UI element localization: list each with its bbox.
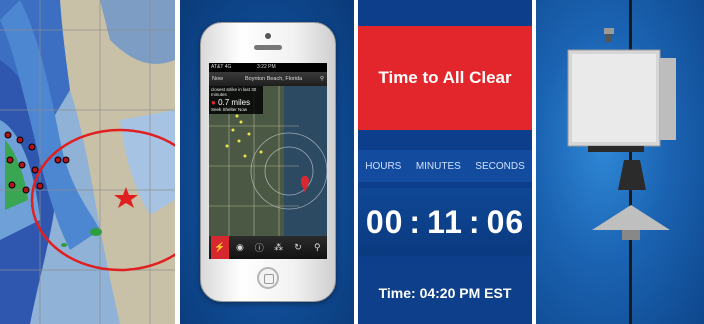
smartphone: AT&T 4G 3:22 PM Now Boynton Beach, Flori… bbox=[200, 22, 336, 302]
phone-app-panel: AT&T 4G 3:22 PM Now Boynton Beach, Flori… bbox=[180, 0, 354, 324]
refresh-icon[interactable]: ↻ bbox=[290, 240, 306, 256]
status-bar: AT&T 4G 3:22 PM bbox=[209, 63, 327, 72]
shelter-advice: Seek Shelter Now bbox=[211, 107, 248, 112]
location-title: Boynton Beach, Florida bbox=[245, 76, 303, 82]
earpiece-speaker bbox=[254, 45, 282, 50]
search-icon[interactable]: ⚲ bbox=[309, 240, 325, 256]
home-button[interactable] bbox=[257, 267, 279, 289]
carrier-label: AT&T 4G bbox=[211, 64, 232, 70]
siren-panel bbox=[536, 0, 704, 324]
radar-map-panel bbox=[0, 0, 175, 324]
timer-column-labels: HOURS MINUTES SECONDS bbox=[358, 150, 532, 182]
location-pin-icon[interactable]: ⚲ bbox=[320, 72, 324, 86]
timer-title: Time to All Clear bbox=[378, 68, 512, 87]
phone-screen: AT&T 4G 3:22 PM Now Boynton Beach, Flori… bbox=[209, 63, 327, 259]
hours-label: HOURS bbox=[365, 160, 402, 172]
minutes-value: 11 bbox=[427, 203, 463, 240]
countdown-display: 00 : 11 : 06 bbox=[358, 188, 532, 256]
minutes-label: MINUTES bbox=[415, 160, 461, 172]
distance-value: 0.7 miles bbox=[218, 98, 251, 107]
seconds-label: SECONDS bbox=[475, 160, 525, 172]
hours-value: 00 bbox=[365, 203, 404, 240]
strike-distance: ● 0.7 miles bbox=[209, 98, 263, 107]
current-time: Time: 04:20 PM EST bbox=[358, 262, 532, 324]
timer-header: Time to All Clear bbox=[358, 26, 532, 130]
all-clear-timer-panel: Time to All Clear HOURS MINUTES SECONDS … bbox=[358, 0, 532, 324]
strike-caption: closest strike in last 30 minutes bbox=[211, 87, 257, 97]
status-time: 3:22 PM bbox=[257, 64, 276, 70]
back-button[interactable]: Now bbox=[212, 72, 223, 86]
radar-icon[interactable]: ◉ bbox=[232, 240, 248, 256]
share-icon[interactable]: ⁂ bbox=[271, 240, 287, 256]
alert-dot-icon: ● bbox=[211, 98, 216, 107]
outdoor-siren-image bbox=[567, 0, 676, 324]
nav-bar: Now Boynton Beach, Florida ⚲ bbox=[209, 72, 327, 86]
lightning-icon[interactable]: ⚡ bbox=[210, 236, 229, 259]
closest-strike-card: closest strike in last 30 minutes ● 0.7 … bbox=[209, 86, 263, 114]
seconds-value: 06 bbox=[486, 203, 525, 240]
app-toolbar: ⚡ ◉ ⓘ ⁂ ↻ ⚲ bbox=[209, 236, 327, 259]
radar-map-image bbox=[0, 0, 175, 324]
info-icon[interactable]: ⓘ bbox=[251, 240, 267, 256]
front-camera-icon bbox=[265, 33, 271, 39]
